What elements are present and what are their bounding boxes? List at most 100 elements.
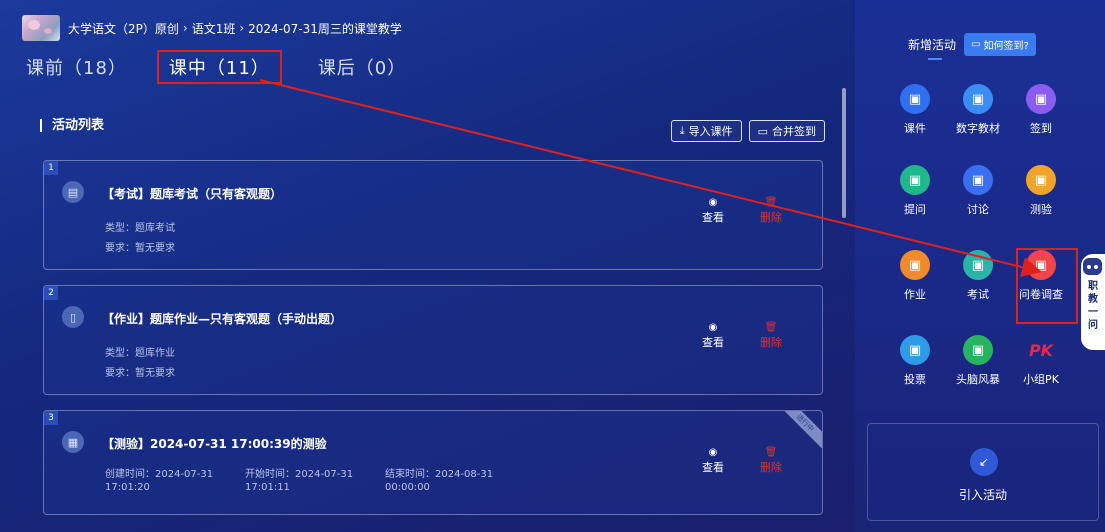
view-button[interactable]: ◉ 查看 xyxy=(702,447,724,475)
activity-tile-11[interactable]: PK 小组PK xyxy=(1009,335,1073,387)
howto-signin-button[interactable]: ▭ 如何签到? xyxy=(964,33,1036,56)
quiz-icon: ▣ xyxy=(1026,165,1056,195)
activity-tile-label: 投票 xyxy=(904,373,926,386)
scrollbar[interactable] xyxy=(842,88,846,218)
homework-icon: ▣ xyxy=(900,250,930,280)
card-type: 类型：题库考试 xyxy=(105,223,175,234)
tab-before-class[interactable]: 课前（18） xyxy=(26,54,127,80)
activity-tile-label: 课件 xyxy=(904,122,926,135)
activity-tile-10[interactable]: ▣ 头脑风暴 xyxy=(946,335,1010,387)
import-courseware-button[interactable]: ⤓ 导入课件 xyxy=(670,120,742,142)
card-type: 类型：题库作业 xyxy=(105,348,175,359)
activity-tile-3[interactable]: ▣ 提问 xyxy=(883,165,947,217)
merge-signin-label: 合并签到 xyxy=(772,125,816,138)
view-label: 查看 xyxy=(702,336,724,349)
courseware-icon: ▣ xyxy=(900,84,930,114)
activity-tile-5[interactable]: ▣ 测验 xyxy=(1009,165,1073,217)
activity-tile-4[interactable]: ▣ 讨论 xyxy=(946,165,1010,217)
quiz-icon: ▦ xyxy=(62,431,84,453)
activity-list-title: 活动列表 xyxy=(40,119,104,132)
vote-icon: ▣ xyxy=(900,335,930,365)
delete-label: 删除 xyxy=(760,461,782,474)
card-actions: ◉ 查看 🗑 删除 xyxy=(702,447,782,475)
card-actions: ◉ 查看 🗑 删除 xyxy=(702,322,782,350)
card-requirement: 要求：暂无要求 xyxy=(105,243,175,254)
robot-icon xyxy=(1083,258,1102,275)
card-title: 【作业】题库作业—只有客观题（手动出题） xyxy=(102,312,343,326)
card-index: 1 xyxy=(44,161,58,175)
list-toolbar: ⤓ 导入课件 ▭ 合并签到 xyxy=(670,120,825,142)
merge-signin-button[interactable]: ▭ 合并签到 xyxy=(748,120,825,142)
import-courseware-label: 导入课件 xyxy=(688,125,733,138)
delete-button[interactable]: 🗑 删除 xyxy=(760,322,782,350)
exam-icon: ▤ xyxy=(62,181,84,203)
panel-title: 新增活动 xyxy=(908,38,957,60)
merge-icon: ▭ xyxy=(757,124,768,138)
main-area: 大学语文（2P）原创 › 语文1班 › 2024-07-31周三的课堂教学 课前… xyxy=(0,0,855,532)
activity-tile-label: 签到 xyxy=(1030,122,1052,135)
download-icon: ⤓ xyxy=(679,124,685,137)
screen-icon: ▭ xyxy=(971,39,981,50)
created-time: 创建时间：2024-07-31 17:01:20 xyxy=(105,469,214,493)
discussion-icon: ▣ xyxy=(963,165,993,195)
activity-tile-2[interactable]: ▣ 签到 xyxy=(1009,84,1073,136)
tab-after-class[interactable]: 课后（0） xyxy=(318,54,406,80)
assistant-label: 职教一问 xyxy=(1088,281,1098,331)
activity-tile-label: 头脑风暴 xyxy=(956,373,1000,386)
howto-label: 如何签到? xyxy=(983,41,1029,52)
eye-icon: ◉ xyxy=(708,447,718,458)
trash-icon: 🗑 xyxy=(764,447,778,458)
breadcrumb-course[interactable]: 大学语文（2P）原创 xyxy=(68,20,179,37)
breadcrumb-separator: › xyxy=(239,21,245,35)
activity-tile-0[interactable]: ▣ 课件 xyxy=(883,84,947,136)
assistant-widget[interactable]: 职教一问 xyxy=(1081,254,1105,350)
activity-tile-9[interactable]: ▣ 投票 xyxy=(883,335,947,387)
view-button[interactable]: ◉ 查看 xyxy=(702,197,724,225)
card-index: 3 xyxy=(44,411,58,425)
activity-card[interactable]: 3 进行中 ▦ 【测验】2024-07-31 17:00:39的测验 创建时间：… xyxy=(43,410,823,515)
activity-tile-label: 测验 xyxy=(1030,203,1052,216)
view-label: 查看 xyxy=(702,461,724,474)
activity-tile-1[interactable]: ▣ 数字教材 xyxy=(946,84,1010,136)
activity-tile-6[interactable]: ▣ 作业 xyxy=(883,250,947,302)
card-actions: ◉ 查看 🗑 删除 xyxy=(702,197,782,225)
time-info: 创建时间：2024-07-31 17:01:20 开始时间：2024-07-31… xyxy=(105,468,499,494)
tab-in-class[interactable]: 课中（11） xyxy=(156,50,282,84)
activity-tile-label: 考试 xyxy=(967,288,989,301)
breadcrumb: 大学语文（2P）原创 › 语文1班 › 2024-07-31周三的课堂教学 xyxy=(22,10,402,46)
trash-icon: 🗑 xyxy=(764,197,778,208)
card-title: 【测验】2024-07-31 17:00:39的测验 xyxy=(102,437,327,451)
signin-icon: ▣ xyxy=(1026,84,1056,114)
breadcrumb-class[interactable]: 语文1班 xyxy=(192,20,236,37)
delete-button[interactable]: 🗑 删除 xyxy=(760,197,782,225)
activity-tile-label: 小组PK xyxy=(1023,373,1059,386)
card-requirement: 要求：暂无要求 xyxy=(105,368,175,379)
card-title: 【考试】题库考试（只有客观题） xyxy=(102,187,283,201)
activity-tile-label: 作业 xyxy=(904,288,926,301)
start-time: 开始时间：2024-07-31 17:01:11 xyxy=(245,469,354,493)
trash-icon: 🗑 xyxy=(764,322,778,333)
digital-textbook-icon: ▣ xyxy=(963,84,993,114)
delete-label: 删除 xyxy=(760,336,782,349)
view-button[interactable]: ◉ 查看 xyxy=(702,322,724,350)
eye-icon: ◉ xyxy=(708,322,718,333)
survey-highlight-box xyxy=(1016,248,1078,324)
status-badge: 进行中 xyxy=(776,411,822,452)
course-thumbnail xyxy=(22,15,60,41)
activity-tile-7[interactable]: ▣ 考试 xyxy=(946,250,1010,302)
phase-tabs: 课前（18） 课中（11） 课后（0） xyxy=(26,50,442,84)
delete-button[interactable]: 🗑 删除 xyxy=(760,447,782,475)
activity-tile-label: 提问 xyxy=(904,203,926,216)
exam-icon: ▣ xyxy=(963,250,993,280)
delete-label: 删除 xyxy=(760,211,782,224)
card-index: 2 xyxy=(44,286,58,300)
activity-tile-label: 讨论 xyxy=(967,203,989,216)
import-activity-button[interactable]: ↙ 引入活动 xyxy=(867,423,1099,521)
panel-header: 新增活动 ▭ 如何签到? xyxy=(908,33,1036,60)
activity-card[interactable]: 2 ▯ 【作业】题库作业—只有客观题（手动出题） 类型：题库作业 要求：暂无要求… xyxy=(43,285,823,395)
breadcrumb-session: 2024-07-31周三的课堂教学 xyxy=(248,21,402,36)
activity-card[interactable]: 1 ▤ 【考试】题库考试（只有客观题） 类型：题库考试 要求：暂无要求 ◉ 查看… xyxy=(43,160,823,270)
activity-tile-label: 数字教材 xyxy=(956,122,1000,135)
group-pk-icon: PK xyxy=(1028,340,1054,360)
brainstorm-icon: ▣ xyxy=(963,335,993,365)
